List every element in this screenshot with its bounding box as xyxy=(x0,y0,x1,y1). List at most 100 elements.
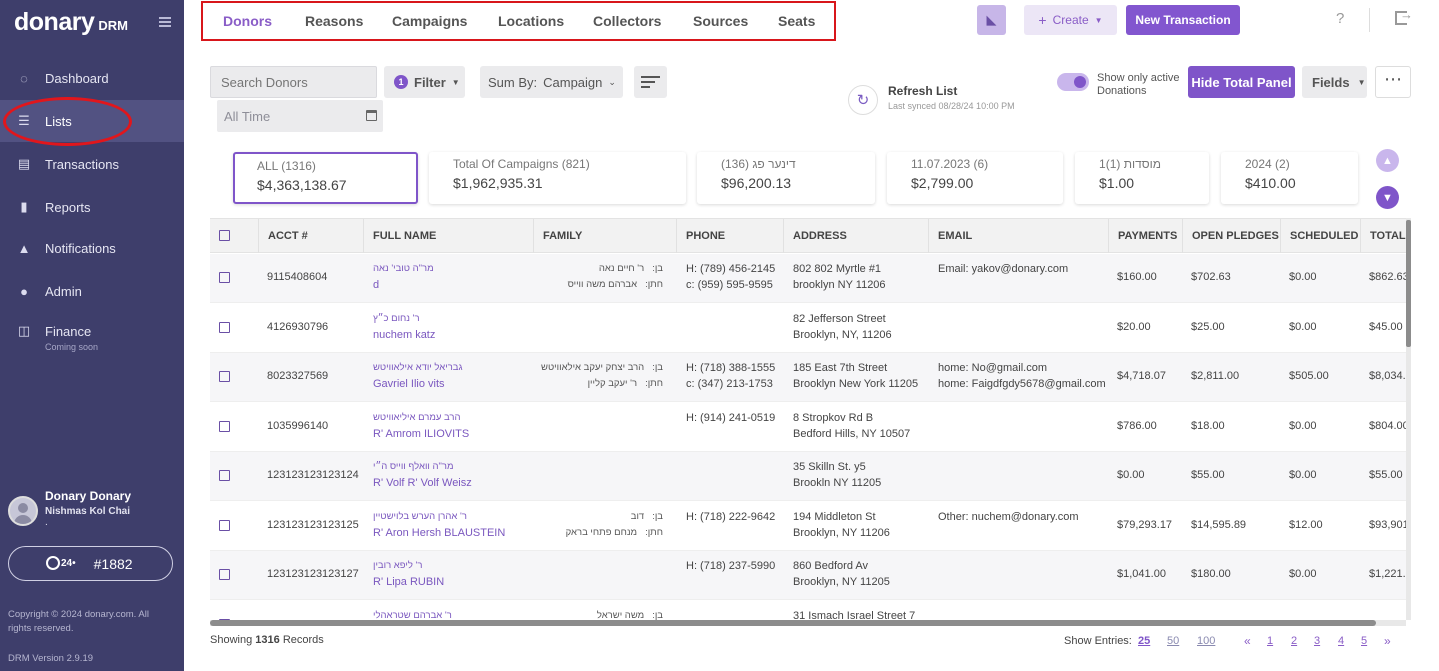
table-row[interactable]: 8023327569 גבריאל יודא אילאוויטש Gavriel I… xyxy=(210,353,1406,402)
column-header-total[interactable]: TOTAL xyxy=(1360,219,1406,253)
table-row[interactable]: 123123123123125 ר' אהרן הערש בלוישטיין R' … xyxy=(210,502,1406,551)
last-page-button[interactable]: » xyxy=(1384,634,1391,648)
address-cell: Brooklyn New York 11205 xyxy=(793,378,919,390)
family-entry: בן:הרב יצחק יעקב אילאוויטש xyxy=(541,362,663,373)
name-english[interactable]: R' Amrom ILIOVITS xyxy=(373,428,469,440)
brand-logo[interactable]: donary DRM xyxy=(14,8,128,37)
name-english[interactable]: R' Lipa RUBIN xyxy=(373,576,444,588)
column-header-email[interactable]: EMAIL xyxy=(928,219,972,253)
column-header-full-name[interactable]: FULL NAME xyxy=(363,219,436,253)
translate-button[interactable]: ◣ xyxy=(977,5,1006,35)
total-card[interactable]: 2024 (2) $410.00 xyxy=(1221,152,1358,204)
sidebar-item-dashboard[interactable]: ◌ Dashboard xyxy=(0,57,184,99)
entries-25[interactable]: 25 xyxy=(1138,635,1150,647)
filter-button[interactable]: 1 Filter ▼ xyxy=(384,66,465,98)
tab-locations[interactable]: Locations xyxy=(498,13,564,29)
sidebar-item-reports[interactable]: ▮ Reports xyxy=(0,186,184,228)
page-4[interactable]: 4 xyxy=(1338,635,1344,647)
column-header-address[interactable]: ADDRESS xyxy=(783,219,847,253)
select-all-checkbox[interactable] xyxy=(219,230,230,241)
page-2[interactable]: 2 xyxy=(1291,635,1297,647)
family-entry xyxy=(533,329,663,340)
tab-campaigns[interactable]: Campaigns xyxy=(392,13,467,29)
tab-seats[interactable]: Seats xyxy=(778,13,815,29)
table-row[interactable]: 4126930796 ר' נחום כ״ץ nuchem katz 82 Jeffe… xyxy=(210,304,1406,353)
sidebar-item-admin[interactable]: ● Admin xyxy=(0,270,184,312)
refresh-list-button[interactable]: Refresh List xyxy=(888,84,957,98)
column-header-family[interactable]: FAMILY xyxy=(533,219,582,253)
active-donations-toggle[interactable] xyxy=(1057,73,1089,91)
total-card[interactable]: 1מוסדות (1) $1.00 xyxy=(1075,152,1209,204)
table-row[interactable]: 1035996140 הרב עמרם איליאוויטש R' Amrom IL… xyxy=(210,403,1406,452)
table-row[interactable]: 123123123123124 מר"ה וואלף ווייס ה״י R' Vo… xyxy=(210,452,1406,501)
logout-icon[interactable] xyxy=(1395,7,1413,25)
menu-toggle-icon[interactable] xyxy=(159,17,171,27)
name-hebrew[interactable]: ר' ליפא רובין xyxy=(373,560,422,571)
search-input[interactable] xyxy=(210,66,377,98)
name-english[interactable]: Gavriel Ilio vits xyxy=(373,378,445,390)
name-hebrew[interactable]: גבריאל יודא אילאוויטש xyxy=(373,362,462,373)
name-english[interactable]: nuchem katz xyxy=(373,329,435,341)
user-profile[interactable]: Donary Donary Nishmas Kol Chai . xyxy=(8,489,178,529)
total-card[interactable]: דינער פג (136) $96,200.13 xyxy=(697,152,875,204)
row-checkbox[interactable] xyxy=(219,371,230,382)
horizontal-scrollbar[interactable] xyxy=(210,620,1406,626)
new-transaction-button[interactable]: New Transaction xyxy=(1126,5,1240,35)
hide-total-panel-button[interactable]: Hide Total Panel xyxy=(1188,66,1295,98)
column-header-scheduled[interactable]: SCHEDULED xyxy=(1280,219,1358,253)
tab-collectors[interactable]: Collectors xyxy=(593,13,661,29)
tab-sources[interactable]: Sources xyxy=(693,13,748,29)
vertical-scrollbar[interactable] xyxy=(1406,218,1411,620)
name-english[interactable]: R' Volf R' Volf Weisz xyxy=(373,477,472,489)
entries-100[interactable]: 100 xyxy=(1197,635,1215,647)
name-hebrew[interactable]: ר' אהרן הערש בלוישטיין xyxy=(373,511,467,522)
date-range-picker[interactable]: All Time xyxy=(217,100,383,132)
sidebar-item-transactions[interactable]: ▤ Transactions xyxy=(0,143,184,185)
page-5[interactable]: 5 xyxy=(1361,635,1367,647)
table-row[interactable]: 123123123123127 ר' ליפא רובין R' Lipa RUBI… xyxy=(210,551,1406,600)
refresh-icon[interactable]: ↻ xyxy=(848,85,878,115)
chevron-down-icon[interactable]: ▼ xyxy=(1376,186,1399,209)
account-id-box[interactable]: 24• #1882 xyxy=(8,546,173,581)
help-icon[interactable]: ? xyxy=(1336,10,1344,27)
row-checkbox[interactable] xyxy=(219,420,230,432)
name-hebrew[interactable]: ר' אברהם שטראהלי xyxy=(373,610,452,621)
more-options-icon[interactable]: ⋯ xyxy=(1375,66,1411,98)
column-header-open-pledges[interactable]: OPEN PLEDGES xyxy=(1182,219,1279,253)
tab-reasons[interactable]: Reasons xyxy=(305,13,363,29)
sort-button[interactable] xyxy=(634,66,667,98)
name-hebrew[interactable]: הרב עמרם איליאוויטש xyxy=(373,412,461,423)
sidebar-item-label: Transactions xyxy=(45,156,119,172)
row-checkbox[interactable] xyxy=(219,321,230,333)
column-header-payments[interactable]: PAYMENTS xyxy=(1108,219,1177,253)
row-checkbox[interactable] xyxy=(219,569,230,580)
sum-by-select[interactable]: Sum By: Campaign ⌄ xyxy=(480,66,623,98)
top-tabs: Donors Reasons Campaigns Locations Colle… xyxy=(201,1,836,41)
name-english[interactable]: d xyxy=(373,279,379,291)
row-checkbox[interactable] xyxy=(219,470,230,481)
column-header-phone[interactable]: PHONE xyxy=(676,219,725,253)
name-hebrew[interactable]: מר"ה טובי' נאה xyxy=(373,263,434,274)
row-checkbox[interactable] xyxy=(219,519,230,531)
chevron-up-icon[interactable]: ▲ xyxy=(1376,149,1399,172)
tab-donors[interactable]: Donors xyxy=(223,13,272,29)
fields-button[interactable]: Fields ▼ xyxy=(1302,66,1367,98)
create-button[interactable]: + Create ▼ xyxy=(1024,5,1117,35)
total-card-all[interactable]: ALL (1316) $4,363,138.67 xyxy=(233,152,418,204)
column-header-acct[interactable]: ACCT # xyxy=(258,219,308,253)
payments-cell: $4,718.07 xyxy=(1117,370,1166,382)
table-row[interactable]: 9115408604 מר"ה טובי' נאה d H: (789) 456-21… xyxy=(210,254,1406,303)
total-card[interactable]: 11.07.2023 (6) $2,799.00 xyxy=(887,152,1063,204)
page-3[interactable]: 3 xyxy=(1314,635,1320,647)
donors-table: ACCT # FULL NAME FAMILY PHONE ADDRESS EM… xyxy=(210,218,1406,622)
name-hebrew[interactable]: מר"ה וואלף ווייס ה״י xyxy=(373,461,454,472)
name-hebrew[interactable]: ר' נחום כ״ץ xyxy=(373,313,420,324)
sidebar-item-notifications[interactable]: ▲ Notifications xyxy=(0,227,184,269)
table-row[interactable]: ר' אברהם שטראהלי 31 Ismach Israel Street … xyxy=(210,601,1406,622)
page-1[interactable]: 1 xyxy=(1267,635,1273,647)
entries-50[interactable]: 50 xyxy=(1167,635,1179,647)
row-checkbox[interactable] xyxy=(219,272,230,283)
first-page-button[interactable]: « xyxy=(1244,634,1251,648)
total-card[interactable]: Total Of Campaigns (821) $1,962,935.31 xyxy=(429,152,686,204)
name-english[interactable]: R' Aron Hersh BLAUSTEIN xyxy=(373,527,505,539)
